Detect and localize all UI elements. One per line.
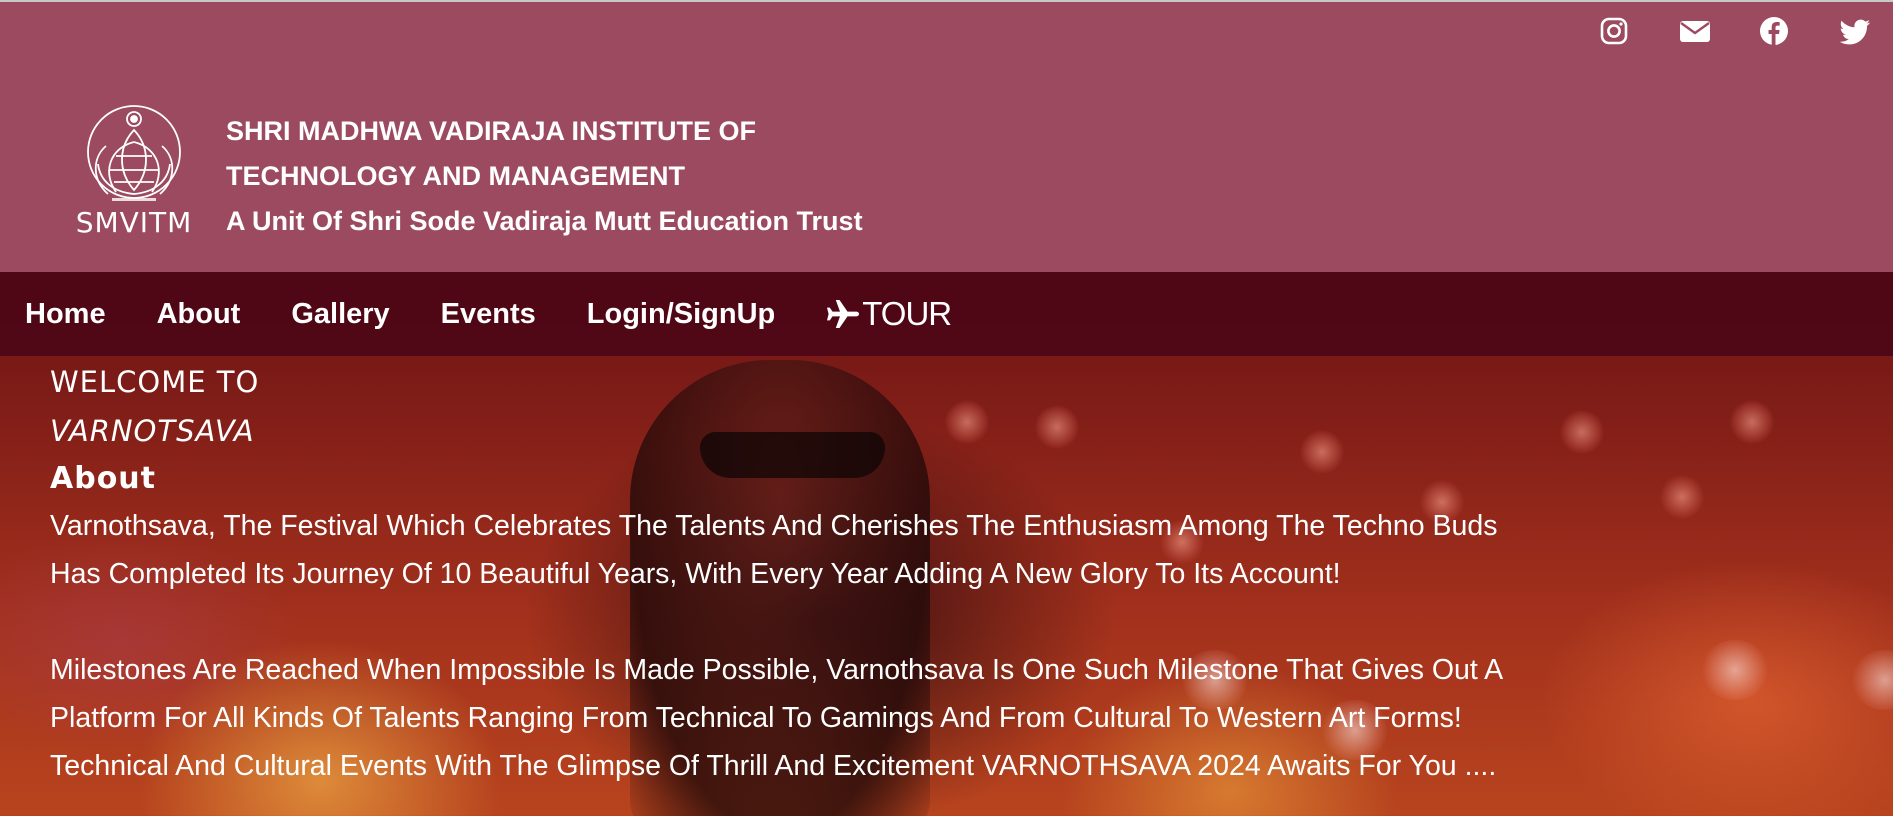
instagram-icon[interactable]: [1599, 16, 1629, 46]
about-paragraph-1-line-1: Varnothsava, The Festival Which Celebrat…: [50, 510, 1498, 542]
main-nav: Home About Gallery Events Login/SignUp T…: [0, 272, 1893, 356]
about-paragraph-2-line-1: Milestones Are Reached When Impossible I…: [50, 654, 1504, 686]
nav-home[interactable]: Home: [25, 298, 106, 331]
smvitm-logo[interactable]: SMVITM: [66, 102, 206, 242]
nav-tour[interactable]: TOUR: [826, 295, 952, 333]
envelope-icon[interactable]: [1679, 16, 1710, 46]
nav-login-signup[interactable]: Login/SignUp: [587, 298, 775, 331]
institute-name-line2: TECHNOLOGY AND MANAGEMENT: [226, 161, 685, 191]
fest-name: VARNOTSAVA: [50, 414, 255, 448]
light-flare: [1850, 650, 1893, 710]
hero-content: WELCOME TO VARNOTSAVA About Varnothsava,…: [50, 358, 1750, 790]
social-links: [1599, 16, 1870, 46]
trust-name: A Unit Of Shri Sode Vadiraja Mutt Educat…: [226, 206, 863, 236]
nav-gallery[interactable]: Gallery: [291, 298, 389, 331]
tour-label: TOUR: [862, 295, 952, 332]
about-paragraph-1-line-2: Has Completed Its Journey Of 10 Beautifu…: [50, 558, 1341, 590]
about-heading: About: [50, 461, 157, 496]
institute-title: SHRI MADHWA VADIRAJA INSTITUTE OF TECHNO…: [226, 109, 863, 244]
facebook-icon[interactable]: [1759, 16, 1789, 46]
about-paragraph-2-line-2: Platform For All Kinds Of Talents Rangin…: [50, 702, 1462, 734]
nav-about[interactable]: About: [157, 298, 241, 331]
logo-wordmark: SMVITM: [76, 206, 193, 239]
site-header: SMVITM SHRI MADHWA VADIRAJA INSTITUTE OF…: [0, 0, 1893, 272]
about-paragraph-2-line-3: Technical And Cultural Events With The G…: [50, 750, 1497, 782]
airplane-icon: [827, 300, 860, 328]
institute-name-line1: SHRI MADHWA VADIRAJA INSTITUTE OF: [226, 116, 756, 146]
nav-events[interactable]: Events: [441, 298, 536, 331]
welcome-text: WELCOME TO: [50, 365, 260, 399]
twitter-icon[interactable]: [1839, 16, 1870, 46]
